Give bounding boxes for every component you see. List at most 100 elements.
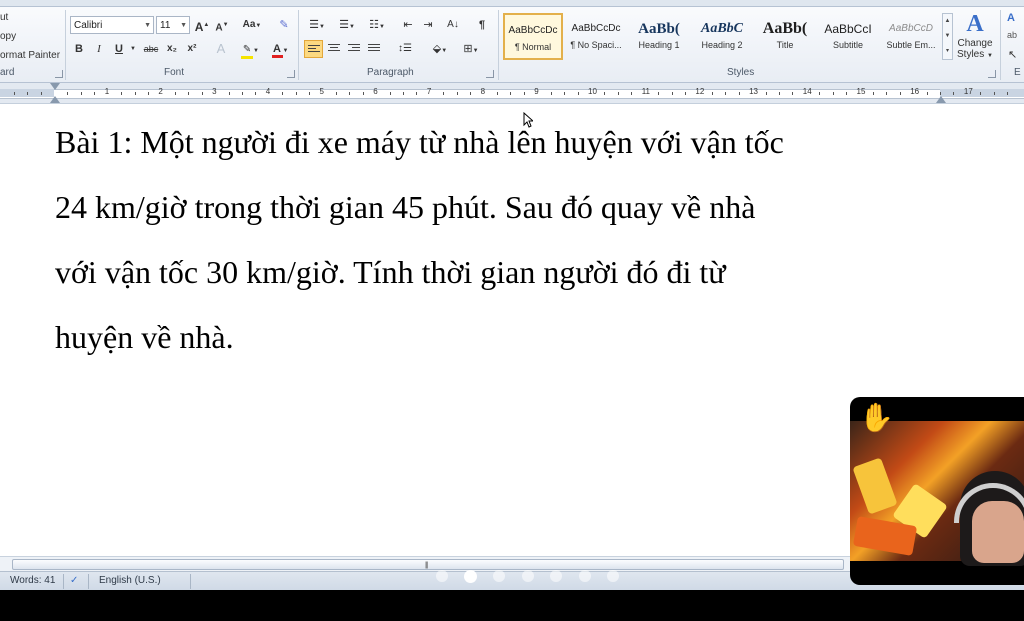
slide-dot[interactable] bbox=[579, 570, 591, 582]
copy-button[interactable]: opy bbox=[0, 31, 16, 42]
ruler-tick bbox=[711, 92, 713, 95]
numbering-icon: ☰ bbox=[339, 19, 349, 31]
style-name: ¶ No Spaci... bbox=[570, 40, 622, 50]
find-icon[interactable]: A bbox=[1007, 12, 1015, 24]
show-formatting-button[interactable]: ¶ bbox=[474, 16, 490, 34]
clear-formatting-button[interactable]: ✎ bbox=[276, 16, 292, 34]
highlighter-icon: ✎ bbox=[241, 44, 254, 59]
style-title[interactable]: AaBb( Title bbox=[755, 13, 815, 60]
bullets-button[interactable]: ☰▼ bbox=[306, 16, 328, 34]
font-color-button[interactable]: A ▼ bbox=[268, 40, 292, 58]
ruler-track bbox=[0, 89, 1024, 99]
change-styles-button[interactable]: A Change Styles ▼ bbox=[955, 10, 995, 66]
ruler-tick bbox=[940, 92, 942, 95]
select-cursor-icon[interactable]: ↖ bbox=[1008, 48, 1017, 61]
first-line-indent-marker[interactable] bbox=[50, 83, 60, 90]
borders-button[interactable]: ⊞▼ bbox=[458, 40, 484, 58]
document-line: 24 km/giờ trong thời gian 45 phút. Sau đ… bbox=[55, 189, 756, 225]
slide-dot[interactable] bbox=[550, 570, 562, 582]
font-size-combo[interactable]: 11 ▼ bbox=[156, 16, 190, 34]
subscript-button[interactable]: x₂ bbox=[164, 40, 180, 58]
format-painter-button[interactable]: ormat Painter bbox=[0, 50, 60, 61]
slide-dot-active[interactable] bbox=[464, 570, 477, 583]
slide-dot[interactable] bbox=[493, 570, 505, 582]
paragraph-dialog-launcher[interactable] bbox=[486, 70, 494, 78]
shrink-font-button[interactable]: A▼ bbox=[214, 16, 230, 34]
bold-icon: B bbox=[75, 43, 83, 55]
slide-dot[interactable] bbox=[436, 570, 448, 582]
style-heading-2[interactable]: AaBbC Heading 2 bbox=[692, 13, 752, 60]
style-heading-1[interactable]: AaBb( Heading 1 bbox=[629, 13, 689, 60]
font-family-combo[interactable]: Calibri ▼ bbox=[70, 16, 154, 34]
styles-dialog-launcher[interactable] bbox=[988, 70, 996, 78]
document-paragraph[interactable]: Bài 1: Một người đi xe máy từ nhà lên hu… bbox=[55, 110, 935, 370]
styles-gallery-scroll[interactable]: ▲ ▼ ▾ bbox=[942, 13, 953, 60]
numbering-button[interactable]: ☰▼ bbox=[336, 16, 358, 34]
ruler-tick bbox=[631, 92, 633, 95]
ruler-tick bbox=[295, 92, 297, 95]
ruler-tick bbox=[725, 92, 727, 95]
ruler-tick bbox=[765, 92, 767, 95]
word-count[interactable]: Words: 41 bbox=[10, 575, 55, 586]
scrollbar-thumb[interactable]: ||| bbox=[12, 559, 844, 570]
sort-button[interactable]: A↓ bbox=[444, 16, 462, 34]
multilevel-list-button[interactable]: ☷▼ bbox=[366, 16, 388, 34]
styles-group-label: Styles bbox=[727, 67, 755, 78]
justify-button[interactable] bbox=[366, 40, 382, 58]
slide-dot[interactable] bbox=[522, 570, 534, 582]
bold-button[interactable]: B bbox=[72, 40, 86, 58]
proofing-check-icon[interactable]: ✓ bbox=[70, 575, 78, 586]
style-normal[interactable]: AaBbCcDc ¶ Normal bbox=[503, 13, 563, 60]
line-spacing-button[interactable]: ↕☰ bbox=[394, 40, 416, 58]
style-subtle-emphasis[interactable]: AaBbCcD Subtle Em... bbox=[881, 13, 941, 60]
right-indent-marker[interactable] bbox=[936, 96, 946, 103]
ruler-tick bbox=[309, 92, 311, 95]
change-case-button[interactable]: Aa▼ bbox=[240, 16, 264, 34]
align-left-button[interactable] bbox=[304, 40, 323, 58]
subscript-icon: x₂ bbox=[166, 43, 177, 54]
group-separator bbox=[1000, 10, 1001, 80]
change-styles-label: Change bbox=[957, 38, 993, 49]
grip-icon: ||| bbox=[425, 562, 429, 569]
underline-button[interactable]: U bbox=[112, 40, 126, 58]
shading-button[interactable]: ⬙▼ bbox=[428, 40, 452, 58]
editing-group-label: E bbox=[1014, 67, 1021, 78]
align-left-icon bbox=[308, 45, 320, 55]
language-indicator[interactable]: English (U.S.) bbox=[99, 575, 161, 586]
strikethrough-icon: abc bbox=[143, 44, 159, 54]
align-right-button[interactable] bbox=[346, 40, 362, 58]
strikethrough-button[interactable]: abc bbox=[142, 40, 160, 58]
style-no-spacing[interactable]: AaBbCcDc ¶ No Spaci... bbox=[566, 13, 626, 60]
group-separator bbox=[65, 10, 66, 80]
italic-button[interactable]: I bbox=[92, 40, 106, 58]
font-family-value: Calibri bbox=[74, 20, 103, 31]
left-indent-marker[interactable] bbox=[50, 96, 60, 103]
replace-icon[interactable]: ab bbox=[1007, 30, 1017, 40]
superscript-icon: x² bbox=[187, 43, 197, 54]
document-line: Bài 1: Một người đi xe máy từ nhà lên hu… bbox=[55, 124, 784, 160]
ruler-number: 7 bbox=[426, 87, 432, 96]
highlight-color-button[interactable]: ✎ ▼ bbox=[238, 40, 262, 59]
align-center-button[interactable] bbox=[326, 40, 342, 58]
increase-indent-button[interactable]: ⇥ bbox=[420, 16, 436, 34]
horizontal-ruler[interactable]: 1 2 3 4 5 6 7 8 9 10 11 12 13 14 15 16 17 bbox=[0, 83, 1024, 104]
grow-font-button[interactable]: A▲ bbox=[194, 16, 210, 34]
ruler-tick bbox=[241, 92, 243, 95]
ruler-tick bbox=[349, 92, 351, 95]
style-subtitle[interactable]: AaBbCcI Subtitle bbox=[818, 13, 878, 60]
clipboard-dialog-launcher[interactable] bbox=[55, 70, 63, 78]
ruler-tick bbox=[577, 92, 579, 95]
ruler-tick bbox=[80, 92, 82, 95]
ruler-tick bbox=[872, 92, 874, 95]
style-preview: AaBbCcDc bbox=[508, 25, 558, 36]
font-dialog-launcher[interactable] bbox=[287, 70, 295, 78]
underline-dropdown[interactable]: ▼ bbox=[128, 40, 138, 58]
slide-dot[interactable] bbox=[607, 570, 619, 582]
ruler-number: 11 bbox=[641, 87, 650, 96]
multilevel-list-icon: ☷ bbox=[369, 19, 379, 31]
text-effects-button[interactable]: A bbox=[210, 40, 232, 58]
superscript-button[interactable]: x² bbox=[184, 40, 200, 58]
decrease-indent-button[interactable]: ⇤ bbox=[400, 16, 416, 34]
cut-button[interactable]: ut bbox=[0, 12, 8, 23]
ruler-tick bbox=[1007, 92, 1009, 95]
